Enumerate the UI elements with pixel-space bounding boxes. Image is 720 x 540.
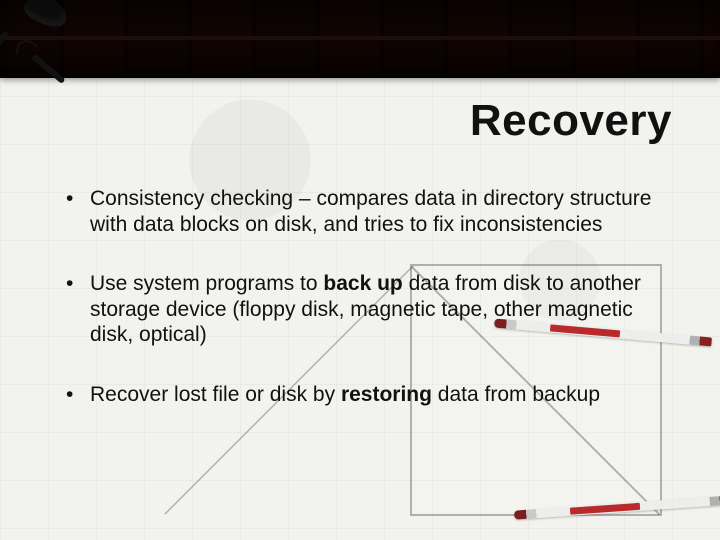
slide: Recovery Consistency checking – compares…	[0, 0, 720, 540]
slide-title: Recovery	[470, 96, 672, 146]
bullet-item: Recover lost file or disk by restoring d…	[62, 382, 660, 408]
bullet-text: Consistency checking – compares data in …	[90, 187, 651, 236]
bullet-text: Use system programs to	[90, 272, 323, 295]
bullet-bold: back up	[323, 272, 402, 295]
bullet-item: Consistency checking – compares data in …	[62, 186, 660, 237]
desk-lamp-graphic	[4, 0, 124, 86]
bullet-item: Use system programs to back up data from…	[62, 271, 660, 348]
bullet-text: data from backup	[432, 383, 600, 406]
bullet-text: Recover lost file or disk by	[90, 383, 341, 406]
slide-content: Consistency checking – compares data in …	[62, 186, 660, 442]
bullet-bold: restoring	[341, 383, 432, 406]
